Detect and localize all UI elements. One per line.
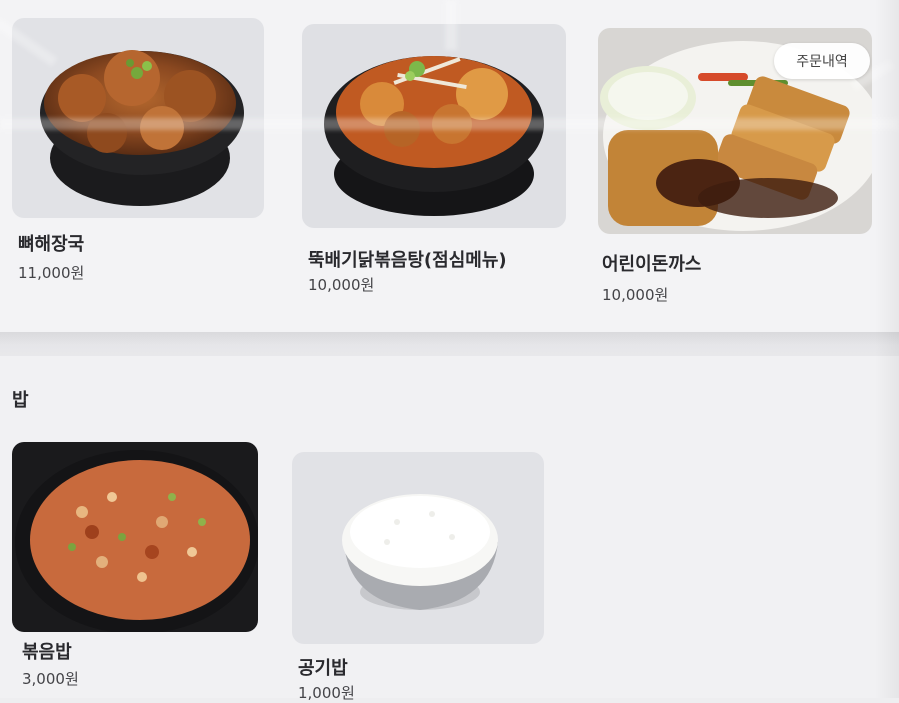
order-history-button[interactable]: 주문내역 <box>774 43 870 79</box>
fried-rice-photo <box>12 442 258 632</box>
menu-item-name: 공기밥 <box>298 658 348 679</box>
section-title-rice: 밥 <box>12 390 29 411</box>
menu-item-name: 뚝배기닭볶음탕(점심메뉴) <box>308 250 507 271</box>
menu-item-name: 볶음밥 <box>22 642 72 663</box>
steamed-rice-bowl-photo <box>292 452 544 644</box>
menu-item-price: 11,000원 <box>18 264 85 282</box>
braised-chicken-pot-photo <box>302 24 566 228</box>
menu-item-braised-chicken[interactable]: 뚝배기닭볶음탕(점심메뉴) 10,000원 <box>302 24 566 294</box>
menu-item-price: 1,000원 <box>298 684 355 702</box>
menu-item-price: 3,000원 <box>22 670 79 688</box>
menu-item-price: 10,000원 <box>308 276 375 294</box>
menu-item-name: 뼈해장국 <box>18 234 85 255</box>
pork-bone-soup-photo <box>12 18 264 218</box>
menu-item-steamed-rice[interactable]: 공기밥 1,000원 <box>292 452 548 702</box>
menu-item-pork-bone-soup[interactable]: 뼈해장국 11,000원 <box>12 18 264 288</box>
menu-item-name: 어린이돈까스 <box>602 254 702 275</box>
kiosk-menu-screen: 뼈해장국 11,000원 뚝배기닭볶음탕(점심메뉴) 10,000원 어린이돈까… <box>0 0 899 702</box>
menu-item-price: 10,000원 <box>602 286 669 304</box>
screen-edge-shadow <box>875 0 899 698</box>
menu-item-fried-rice[interactable]: 볶음밥 3,000원 <box>12 442 260 692</box>
